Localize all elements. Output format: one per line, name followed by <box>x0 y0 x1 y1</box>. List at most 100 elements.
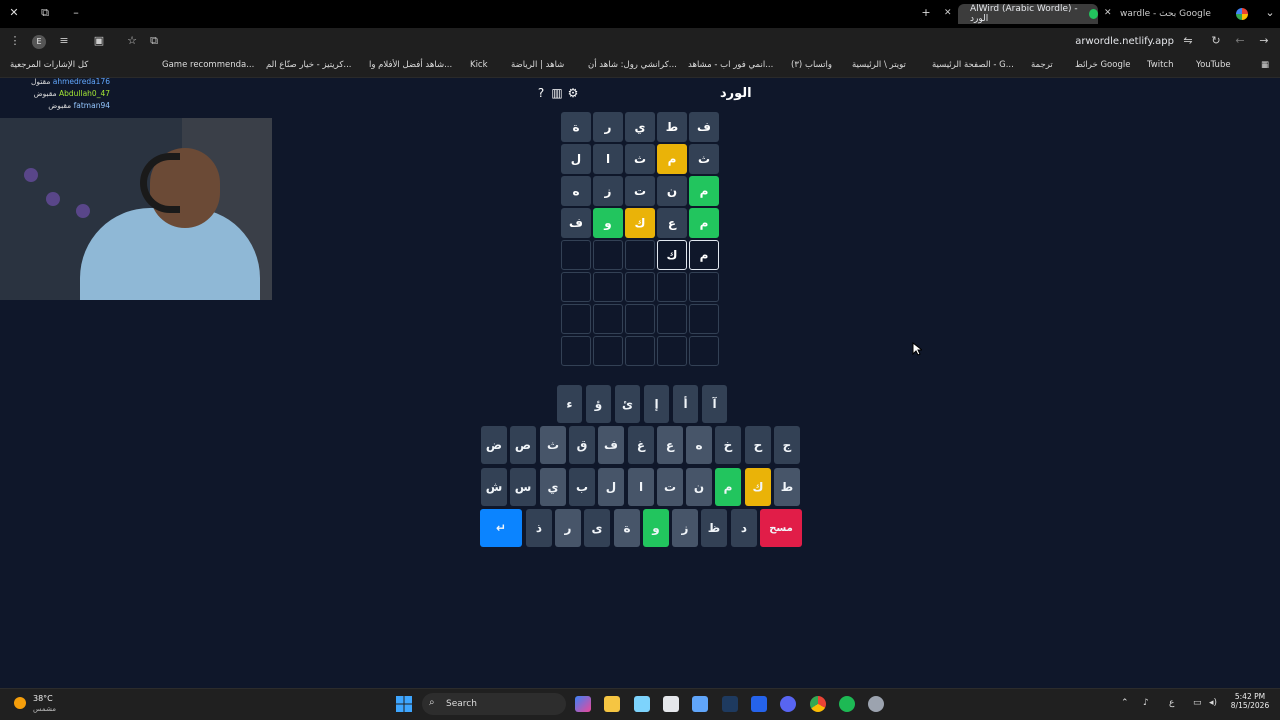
discord-icon[interactable] <box>780 696 796 712</box>
weather-sun-icon[interactable] <box>14 697 26 709</box>
key[interactable]: ت <box>657 468 683 506</box>
key[interactable]: ه <box>686 426 712 464</box>
store-icon[interactable] <box>663 696 679 712</box>
forward-icon[interactable]: ← <box>1232 34 1248 47</box>
settings-icon[interactable]: ⚙ <box>566 86 580 100</box>
restore-window-icon[interactable]: ⧉ <box>37 6 53 20</box>
bookmark-item[interactable]: شاهد أفضل الأفلام وا... <box>369 60 452 70</box>
board-tile <box>593 272 623 302</box>
close-window-icon[interactable]: ✕ <box>6 6 22 19</box>
install-app-icon[interactable]: ⧉ <box>146 34 162 48</box>
key[interactable]: ح <box>745 426 771 464</box>
network-icon[interactable]: ▭ <box>1193 698 1202 708</box>
spotify-icon[interactable] <box>839 696 855 712</box>
key[interactable]: ر <box>555 509 581 547</box>
key[interactable]: ئ <box>615 385 640 423</box>
key[interactable]: ء <box>557 385 582 423</box>
bookmark-item[interactable]: ترجمة <box>1031 60 1053 70</box>
url-text[interactable]: arwordle.netlify.app <box>1075 36 1174 47</box>
key[interactable]: ا <box>628 468 654 506</box>
taskbar-search[interactable]: Search <box>422 693 566 715</box>
apps-grid-icon[interactable]: ▦ <box>1261 60 1269 70</box>
bookmark-item[interactable]: انمي فور اب - مشاهد... <box>688 60 773 70</box>
steam-icon[interactable] <box>722 696 738 712</box>
bookmark-item[interactable]: Kick <box>470 60 488 70</box>
key[interactable]: و <box>643 509 669 547</box>
close-tab-icon[interactable]: ✕ <box>944 8 952 18</box>
tab-google-search[interactable]: ✕ wardle - بحث Google <box>1100 4 1230 24</box>
key[interactable]: ك <box>745 468 771 506</box>
bookmark-item[interactable]: الصفحة الرئيسية - G... <box>932 60 1014 70</box>
key[interactable]: ن <box>686 468 712 506</box>
help-icon[interactable]: ? <box>534 86 548 100</box>
stats-icon[interactable]: ▥ <box>550 86 564 100</box>
delete-key[interactable]: مسح <box>760 509 802 547</box>
board-tile: ه <box>561 176 591 206</box>
board-tile: ف <box>561 208 591 238</box>
microphone-icon[interactable]: ♪ <box>1143 698 1149 708</box>
key[interactable]: ج <box>774 426 800 464</box>
bookmark-all[interactable]: كل الإشارات المرجعية <box>10 60 88 70</box>
bookmark-star-icon[interactable]: ☆ <box>124 34 140 47</box>
site-settings-icon[interactable]: ⇋ <box>1180 34 1196 47</box>
key[interactable]: ث <box>540 426 566 464</box>
bookmark-item[interactable]: شاهد | الرياضة <box>511 60 564 70</box>
tab-search-icon[interactable]: ⌄ <box>1262 6 1278 19</box>
key[interactable]: ظ <box>701 509 727 547</box>
input-language[interactable]: ع <box>1169 698 1174 708</box>
key[interactable]: غ <box>628 426 654 464</box>
bookmark-item[interactable]: كرانشي رول: شاهد أن... <box>588 60 677 70</box>
key[interactable]: د <box>731 509 757 547</box>
key[interactable]: ف <box>598 426 624 464</box>
reading-list-icon[interactable]: ≡ <box>56 34 72 47</box>
profile-avatar[interactable]: E <box>32 35 46 49</box>
volume-icon[interactable]: ◂) <box>1209 698 1217 708</box>
extensions-icon[interactable]: ▣ <box>91 34 107 47</box>
file-explorer-icon[interactable] <box>604 696 620 712</box>
key[interactable]: ص <box>510 426 536 464</box>
key[interactable]: ي <box>540 468 566 506</box>
key[interactable]: م <box>715 468 741 506</box>
key[interactable]: ة <box>614 509 640 547</box>
reload-icon[interactable]: ↻ <box>1208 34 1224 47</box>
close-tab-icon[interactable]: ✕ <box>1104 8 1112 18</box>
menu-icon[interactable]: ⋮ <box>7 34 23 47</box>
minimize-window-icon[interactable]: – <box>68 6 84 19</box>
bookmark-item[interactable]: (٣) واتساب <box>791 60 832 70</box>
taskbar-clock[interactable]: 5:42 PM 8/15/2026 <box>1228 692 1272 710</box>
key[interactable]: ض <box>481 426 507 464</box>
key[interactable]: ش <box>481 468 507 506</box>
key[interactable]: ط <box>774 468 800 506</box>
bookmark-item[interactable]: كريتيز - خيار صنّاع الم... <box>266 60 351 70</box>
key[interactable]: ل <box>598 468 624 506</box>
key[interactable]: ؤ <box>586 385 611 423</box>
key[interactable]: س <box>510 468 536 506</box>
key[interactable]: ب <box>569 468 595 506</box>
photos-icon[interactable] <box>634 696 650 712</box>
app-icon[interactable] <box>692 696 708 712</box>
back-icon[interactable]: → <box>1256 34 1272 47</box>
tab-alwird[interactable]: ✕ AlWird (Arabic Wordle) - الورد <box>944 4 1098 24</box>
bookmark-item[interactable]: خرائط Google <box>1075 60 1130 70</box>
windows-start-icon[interactable] <box>396 696 412 712</box>
key[interactable]: ع <box>657 426 683 464</box>
tray-chevron-icon[interactable]: ⌃ <box>1121 698 1129 708</box>
key[interactable]: خ <box>715 426 741 464</box>
app-icon[interactable] <box>868 696 884 712</box>
bookmark-item[interactable]: تويتر \ الرئيسية <box>852 60 906 70</box>
copilot-icon[interactable] <box>575 696 591 712</box>
key[interactable]: ق <box>569 426 595 464</box>
key[interactable]: ذ <box>526 509 552 547</box>
new-tab-button[interactable]: + <box>918 6 934 19</box>
enter-key[interactable]: ↵ <box>480 509 522 547</box>
key[interactable]: أ <box>673 385 698 423</box>
key[interactable]: ى <box>584 509 610 547</box>
bookmark-item[interactable]: YouTube <box>1196 60 1231 70</box>
bookmark-item[interactable]: Game recommenda... <box>162 60 254 70</box>
key[interactable]: إ <box>644 385 669 423</box>
mail-icon[interactable] <box>751 696 767 712</box>
bookmark-item[interactable]: Twitch <box>1147 60 1174 70</box>
key[interactable]: آ <box>702 385 727 423</box>
key[interactable]: ز <box>672 509 698 547</box>
chrome-icon[interactable] <box>810 696 826 712</box>
